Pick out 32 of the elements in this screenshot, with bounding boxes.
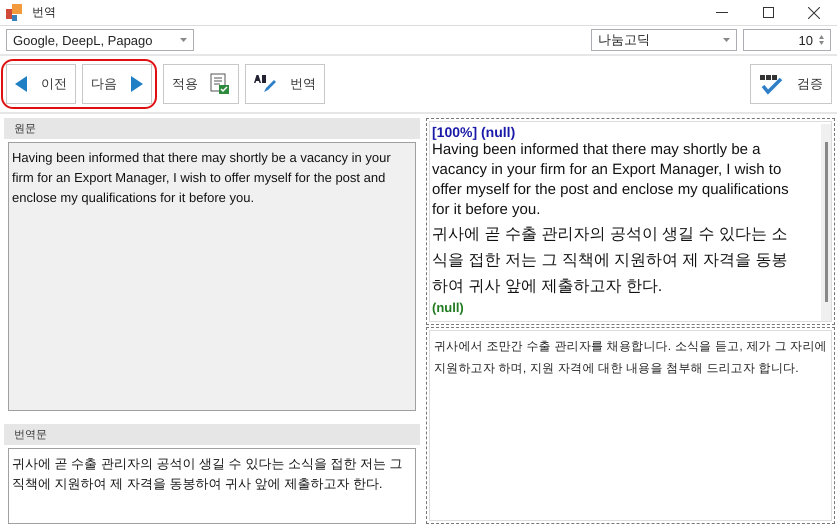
ab-pencil-icon [254, 74, 278, 94]
spin-arrows-icon [819, 35, 824, 45]
apply-button[interactable]: 적용 [163, 64, 239, 104]
next-button[interactable]: 다음 [82, 64, 152, 104]
minimize-icon [716, 12, 728, 14]
verify-button[interactable]: 검증 [750, 64, 832, 104]
window-title: 번역 [32, 4, 57, 21]
source-text-area[interactable]: Having been informed that there may shortly be a vacancy in your firm for an Export Manager, I wish to offer myself for the post and enclose my qualifications for it before you. [8, 142, 416, 411]
font-dropdown[interactable]: 나눔고딕 [591, 29, 737, 51]
dropdown-caret-icon [723, 38, 730, 42]
match-target-text: 귀사에 곧 수출 관리자의 공석이 생길 수 있다는 소식을 접한 저는 그 직책에 지원하여 제 자격을 동봉하여 귀사 앞에 제출하고자 한다. [432, 225, 789, 297]
translation-text-area[interactable]: 귀사에 곧 수출 관리자의 공석이 생길 수 있다는 소식을 접한 저는 그 직책에 지원하여 제 자격을 동봉하여 귀사 앞에 제출하고자 한다. [8, 448, 416, 524]
match-author: (null) [432, 300, 465, 315]
previous-button[interactable]: 이전 [6, 64, 76, 104]
alternative-translation-text: 귀사에서 조만간 수출 관리자를 채용합니다. 소식을 듣고, 제가 그 자리에 지원하고자 하며, 지원 자격에 대한 내용을 첨부해 드리고자 합니다. [433, 338, 828, 377]
right-triangle-icon [131, 76, 143, 92]
left-triangle-icon [15, 76, 27, 92]
match-source-text: Having been informed that there may shortly be a vacancy in your firm for an Export Manager, I wish to offer myself for the post and enclose my qualifications for it before you. [432, 140, 790, 220]
abc-check-icon [759, 73, 785, 95]
scrollbar[interactable] [821, 124, 831, 321]
font-size-spinner[interactable]: 10 [743, 29, 831, 51]
match-score: [100%] (null) [432, 124, 516, 140]
engine-dropdown[interactable]: Google, DeepL, Papago [6, 29, 194, 51]
section-header: 원문 [4, 118, 420, 139]
app-logo-icon [6, 4, 24, 22]
dropdown-caret-icon [180, 38, 187, 42]
scrollbar-thumb[interactable] [824, 142, 828, 302]
close-icon [808, 6, 820, 18]
document-check-icon [210, 73, 230, 95]
section-header: 번역문 [4, 424, 420, 445]
maximize-icon [762, 7, 774, 18]
translate-button[interactable]: 번역 [245, 64, 325, 104]
